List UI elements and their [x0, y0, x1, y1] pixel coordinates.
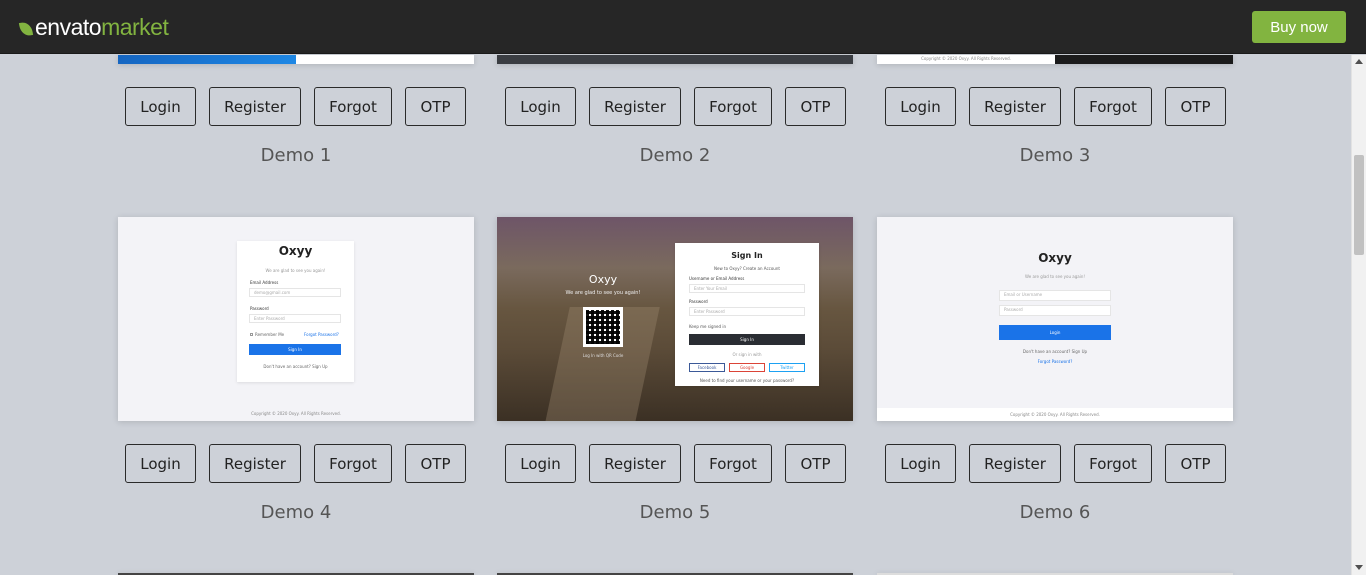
- demo-3-preview-image: [1055, 55, 1233, 64]
- demo-4-email-field: demo@gmail.com: [249, 288, 341, 297]
- demo-4-password-label: Password: [250, 306, 269, 311]
- demo-5-password-label: Password: [689, 299, 708, 304]
- demo-1-buttons: Login Register Forgot OTP: [125, 87, 466, 126]
- demo-6-tagline: We are glad to see you again!: [1025, 274, 1085, 279]
- demo-5-signin-card: Sign In New to Oxyy? Create an Account U…: [675, 243, 819, 386]
- demo-3-copyright: Copyright © 2020 Oxyy. All Rights Reserv…: [921, 56, 1011, 61]
- demo-6-login-button[interactable]: Login: [885, 444, 956, 483]
- demo-5-otp-button[interactable]: OTP: [785, 444, 846, 483]
- leaf-icon: [18, 20, 34, 37]
- demo-6-forgot: Forgot Password?: [1037, 359, 1073, 364]
- demo-4-login-card: Oxyy We are glad to see you again! Email…: [237, 241, 354, 382]
- demo-5-password-field: Enter Password: [689, 307, 805, 316]
- demo-2-login-button[interactable]: Login: [505, 87, 576, 126]
- qr-code-icon: [583, 307, 623, 347]
- demo-1-preview-image: [118, 55, 296, 64]
- scroll-down-icon[interactable]: [1355, 565, 1363, 570]
- demo-6-signup: Don't have an account? Sign Up: [1022, 349, 1088, 354]
- demo-5-preview[interactable]: Oxyy We are glad to see you again! Log I…: [497, 217, 853, 421]
- demo-5-signin-button: Sign In: [689, 334, 805, 345]
- demo-4-remember-label: Remember Me: [255, 332, 285, 337]
- demo-6-password-field: Password: [999, 305, 1111, 316]
- top-bar: envatomarket Buy now: [0, 0, 1366, 54]
- demo-4-title: Demo 4: [260, 502, 332, 523]
- demo-2-buttons: Login Register Forgot OTP: [505, 87, 846, 126]
- demo-5-facebook: Facebook: [689, 363, 725, 372]
- demo-5-new-to: New to Oxyy? Create an Account: [714, 266, 780, 271]
- demo-4-buttons: Login Register Forgot OTP: [125, 444, 466, 483]
- demo-6-email-field: Email or Username: [999, 290, 1111, 301]
- demo-5-forgot-button[interactable]: Forgot: [694, 444, 772, 483]
- demo-6-title: Demo 6: [1019, 502, 1091, 523]
- page-scrollbar[interactable]: [1351, 55, 1366, 575]
- demo-6-otp-button[interactable]: OTP: [1165, 444, 1226, 483]
- demo-3-login-button[interactable]: Login: [885, 87, 956, 126]
- demo-4-tagline: We are glad to see you again!: [265, 268, 326, 273]
- logo-text: envatomarket: [35, 13, 169, 41]
- demo-1-preview[interactable]: [118, 55, 474, 64]
- demo-4-copyright: Copyright © 2020 Oxyy. All Rights Reserv…: [251, 411, 341, 416]
- demo-5-or: Or sign in with: [732, 352, 762, 357]
- demo-3-preview[interactable]: Copyright © 2020 Oxyy. All Rights Reserv…: [877, 55, 1233, 64]
- demo-1-register-button[interactable]: Register: [209, 87, 301, 126]
- demo-5-user-field: Enter Your Email: [689, 284, 805, 293]
- demo-2-forgot-button[interactable]: Forgot: [694, 87, 772, 126]
- demo-4-signup: Don't have an account? Sign Up: [263, 364, 328, 369]
- demo-5-keep-signed: Keep me signed in: [689, 324, 726, 329]
- demo-3-forgot-button[interactable]: Forgot: [1074, 87, 1152, 126]
- demo-4-otp-button[interactable]: OTP: [405, 444, 466, 483]
- demo-4-remember: Remember Me: [250, 332, 284, 337]
- demo-4-register-button[interactable]: Register: [209, 444, 301, 483]
- demo-2-preview[interactable]: [497, 55, 853, 64]
- demo-4-email-label: Email Address: [250, 280, 279, 285]
- demo-6-register-button[interactable]: Register: [969, 444, 1061, 483]
- demo-4-login-button[interactable]: Login: [125, 444, 196, 483]
- demo-4-brand: Oxyy: [278, 244, 313, 258]
- demo-2-register-button[interactable]: Register: [589, 87, 681, 126]
- demo-2-title: Demo 2: [639, 145, 711, 166]
- demo-5-register-button[interactable]: Register: [589, 444, 681, 483]
- demo-2-otp-button[interactable]: OTP: [785, 87, 846, 126]
- demo-6-buttons: Login Register Forgot OTP: [885, 444, 1226, 483]
- demo-5-title: Demo 5: [639, 502, 711, 523]
- demo-4-forgot-link: Forgot Password?: [304, 332, 339, 337]
- demo-1-forgot-button[interactable]: Forgot: [314, 87, 392, 126]
- demo-5-buttons: Login Register Forgot OTP: [505, 444, 846, 483]
- scroll-up-icon[interactable]: [1355, 59, 1363, 64]
- demo-6-copyright: Copyright © 2020 Oxyy. All Rights Reserv…: [1010, 412, 1100, 417]
- envato-market-logo[interactable]: envatomarket: [18, 13, 169, 41]
- demo-5-signin-title: Sign In: [731, 251, 763, 260]
- logo-market: market: [101, 14, 169, 40]
- demo-5-twitter: Twitter: [769, 363, 805, 372]
- demo-6-brand: Oxyy: [1038, 251, 1072, 265]
- demo-5-google: Google: [729, 363, 765, 372]
- demo-3-buttons: Login Register Forgot OTP: [885, 87, 1226, 126]
- demo-4-preview[interactable]: Oxyy We are glad to see you again! Email…: [118, 217, 474, 421]
- demo-1-otp-button[interactable]: OTP: [405, 87, 466, 126]
- demo-4-password-field: Enter Password: [249, 314, 341, 323]
- checkbox-icon: [250, 333, 253, 336]
- buy-now-button[interactable]: Buy now: [1252, 11, 1346, 43]
- scroll-thumb[interactable]: [1354, 155, 1364, 255]
- demo-1-title: Demo 1: [260, 145, 332, 166]
- demo-3-otp-button[interactable]: OTP: [1165, 87, 1226, 126]
- demo-6-preview[interactable]: Oxyy We are glad to see you again! Email…: [877, 217, 1233, 421]
- demo-6-login-button: Login: [999, 325, 1111, 340]
- demo-3-title: Demo 3: [1019, 145, 1091, 166]
- demo-1-login-button[interactable]: Login: [125, 87, 196, 126]
- demo-5-need: Need to find your username or your passw…: [699, 378, 795, 383]
- demo-5-login-button[interactable]: Login: [505, 444, 576, 483]
- demo-4-signin-button: Sign In: [249, 344, 341, 355]
- demo-6-forgot-button[interactable]: Forgot: [1074, 444, 1152, 483]
- logo-envato: envato: [35, 14, 102, 40]
- demo-4-forgot-button[interactable]: Forgot: [314, 444, 392, 483]
- demo-3-register-button[interactable]: Register: [969, 87, 1061, 126]
- demo-5-user-label: Username or Email Address: [689, 276, 745, 281]
